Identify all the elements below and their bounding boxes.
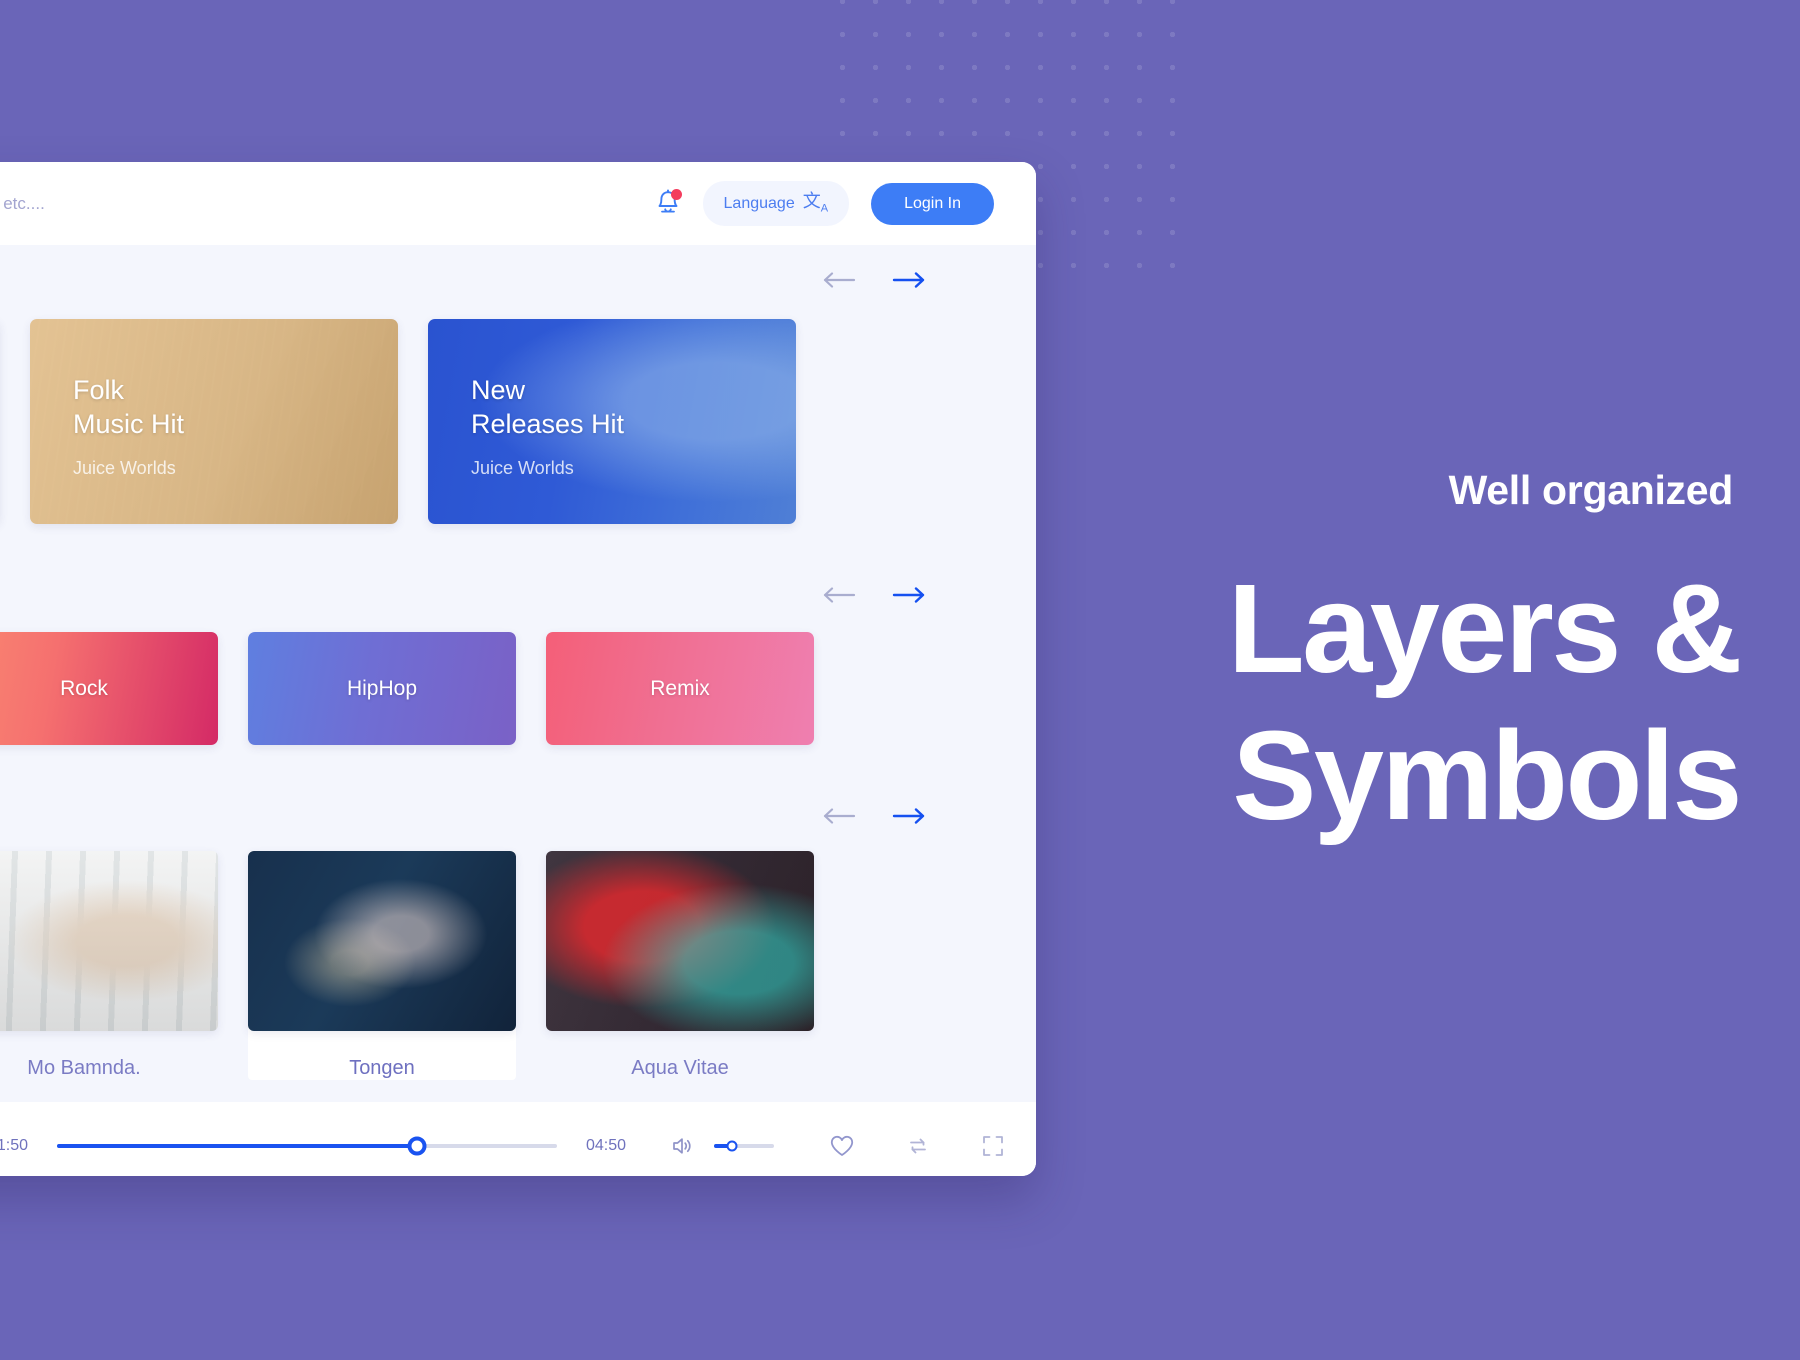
progress-knob[interactable] — [407, 1136, 427, 1156]
app-header: Language 文A Login In — [0, 162, 1036, 245]
login-button[interactable]: Login In — [871, 182, 994, 225]
hero-card-new-releases-hit[interactable]: New Releases Hit Juice Worlds — [428, 319, 796, 524]
fullscreen-icon — [983, 1136, 1003, 1156]
hero-card-title: Folk Music Hit — [73, 374, 184, 442]
header-actions: Language 文A Login In — [655, 181, 994, 226]
hero-card-subtitle: Juice Worlds — [471, 457, 574, 478]
arrow-right-icon — [892, 808, 925, 824]
promo-headline: Layers & Symbols — [1000, 555, 1743, 850]
hero-prev-button[interactable] — [822, 272, 856, 288]
progress-slider[interactable] — [57, 1136, 557, 1156]
genre-card-hiphop[interactable]: HipHop — [248, 632, 516, 745]
songs-next-button[interactable] — [892, 808, 926, 824]
songs-prev-button[interactable] — [822, 808, 856, 824]
song-tile-tongen[interactable]: Tongen — [248, 851, 516, 1080]
repeat-icon — [910, 1138, 926, 1154]
current-time-label: 01:50 — [0, 1137, 29, 1154]
genre-prev-button[interactable] — [822, 587, 856, 603]
hero-carousel-nav — [0, 259, 1036, 301]
song-tile-mo-bamnda[interactable]: Mo Bamnda. — [0, 851, 218, 1080]
volume-knob[interactable] — [726, 1140, 738, 1152]
translate-icon: 文A — [802, 191, 829, 215]
language-selector[interactable]: Language 文A — [702, 181, 850, 226]
notification-button[interactable] — [655, 188, 682, 219]
promo-headline-line2: Symbols — [1232, 705, 1742, 847]
genre-card-remix[interactable]: Remix — [546, 632, 814, 745]
promo-text-block: Well organized Layers & Symbols — [1000, 467, 1743, 850]
repeat-button[interactable] — [906, 1134, 930, 1158]
search-input[interactable] — [0, 193, 655, 214]
player-bar: 01:50 04:50 — [0, 1102, 1036, 1176]
hero-card-carousel[interactable]: Folk Music Hit Juice Worlds New Releases… — [0, 319, 1036, 524]
app-body: Folk Music Hit Juice Worlds New Releases… — [0, 259, 1036, 1176]
hero-card-folk-music-hit[interactable]: Folk Music Hit Juice Worlds — [30, 319, 398, 524]
arrow-right-icon — [892, 587, 925, 603]
promo-headline-line1: Layers & — [1227, 558, 1743, 699]
promo-kicker: Well organized — [1448, 467, 1734, 513]
song-thumbnail — [248, 851, 516, 1031]
song-thumbnail — [0, 851, 218, 1031]
genre-card-rock[interactable]: Rock — [0, 632, 218, 745]
arrow-left-icon — [823, 587, 856, 603]
hero-card-text: Folk Music Hit Juice Worlds — [73, 374, 184, 479]
hero-card-subtitle: Juice Worlds — [73, 457, 176, 478]
genre-next-button[interactable] — [892, 587, 926, 603]
hero-card-text: New Releases Hit Juice Worlds — [471, 374, 624, 479]
hero-card-title-line2: Releases Hit — [471, 408, 625, 439]
language-label: Language — [723, 194, 795, 212]
heart-icon — [830, 1135, 854, 1156]
hero-card-title-line1: Folk — [73, 375, 125, 405]
total-time-label: 04:50 — [585, 1137, 626, 1154]
song-thumbnail — [546, 851, 814, 1031]
arrow-left-icon — [823, 272, 856, 288]
fullscreen-button[interactable] — [981, 1134, 1005, 1158]
genre-carousel[interactable]: Rock HipHop Remix — [0, 632, 1036, 745]
like-button[interactable] — [829, 1134, 855, 1158]
progress-fill — [57, 1144, 417, 1148]
song-title: Mo Bamnda. — [27, 1057, 141, 1079]
hero-card-title-line2: Music Hit — [73, 408, 185, 439]
notification-badge-dot — [670, 188, 682, 200]
genre-carousel-nav — [0, 574, 1036, 616]
hero-card-title-line1: New — [471, 375, 526, 405]
songs-carousel[interactable]: Mo Bamnda. Tongen Aqua Vitae — [0, 851, 1036, 1080]
song-title: Aqua Vitae — [631, 1057, 729, 1079]
volume-button[interactable] — [671, 1135, 695, 1157]
volume-slider[interactable] — [714, 1140, 774, 1152]
hero-next-button[interactable] — [892, 272, 926, 288]
arrow-right-icon — [892, 272, 925, 288]
song-tile-aqua-vitae[interactable]: Aqua Vitae — [546, 851, 814, 1080]
hero-card-title: New Releases Hit — [471, 374, 624, 442]
song-title: Tongen — [349, 1057, 415, 1079]
arrow-left-icon — [823, 808, 856, 824]
volume-icon — [673, 1138, 691, 1154]
songs-carousel-nav — [0, 795, 1036, 837]
app-window: Language 文A Login In — [0, 162, 1036, 1176]
